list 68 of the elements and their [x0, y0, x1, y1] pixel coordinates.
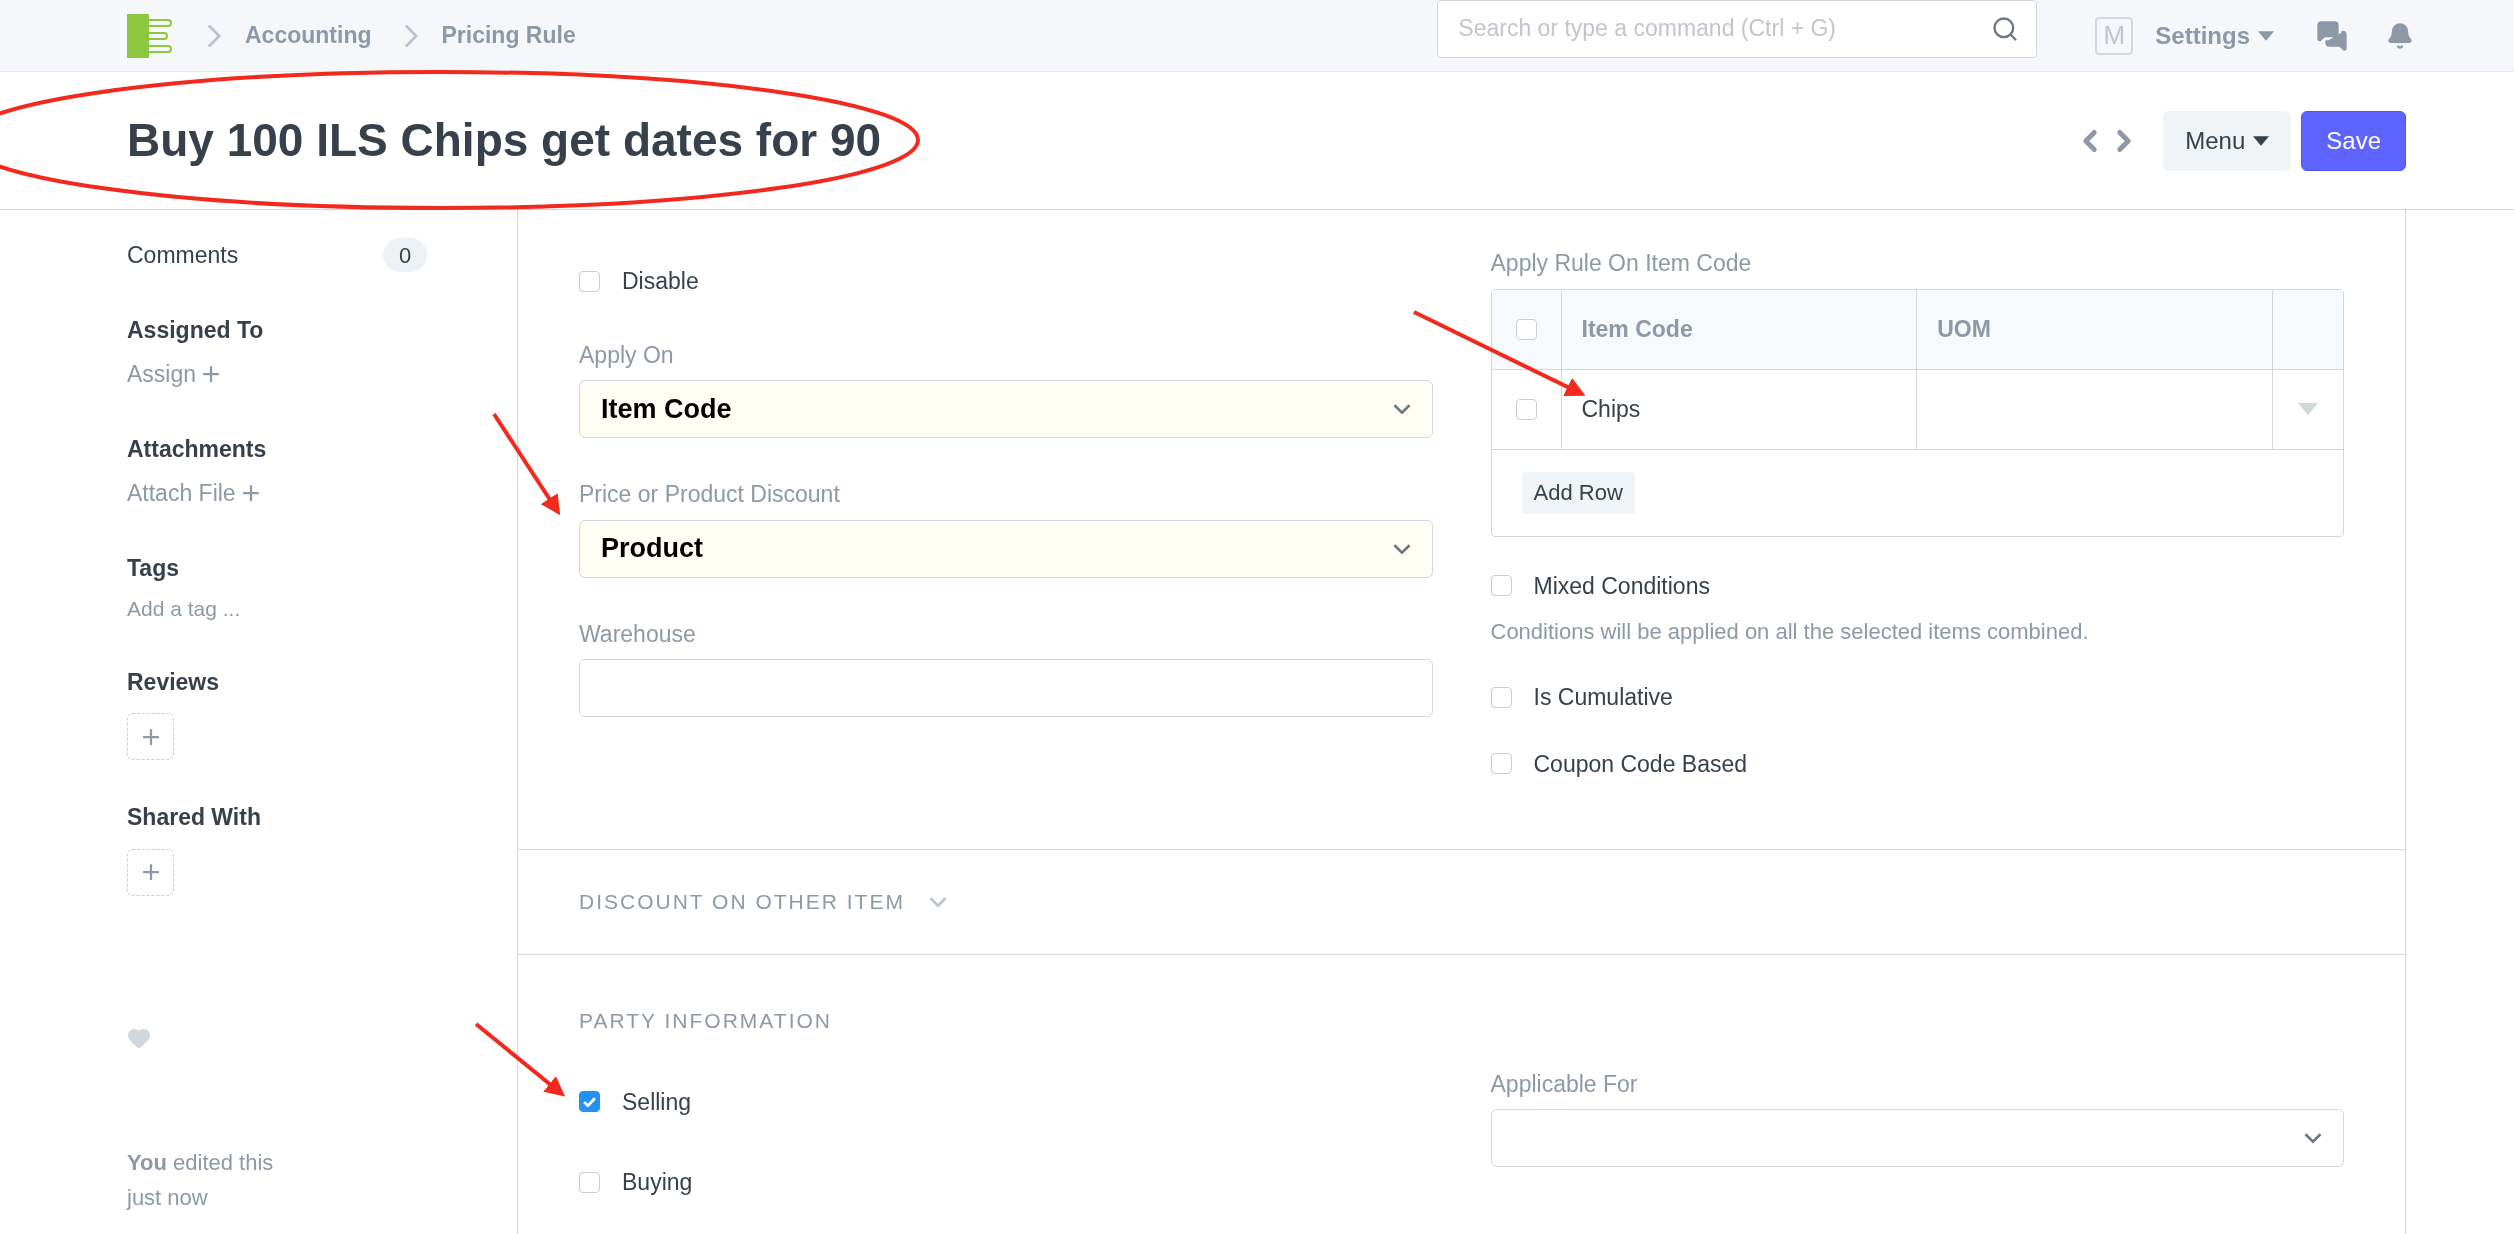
- checkbox-label: Buying: [622, 1168, 693, 1197]
- chevron-down-icon: [1392, 543, 1411, 554]
- checkbox[interactable]: [579, 270, 600, 292]
- field-label: Apply Rule On Item Code: [1490, 249, 1753, 278]
- select-field[interactable]: Product: [579, 519, 1433, 578]
- sidebar-link[interactable]: Attach File: [127, 476, 260, 511]
- activity-text: You edited this just now: [127, 1148, 275, 1212]
- search-field[interactable]: Search or type a command (Ctrl + G): [1437, 0, 2038, 58]
- sidebar-heading: Attachments: [127, 434, 268, 464]
- field-label: Warehouse: [579, 619, 697, 649]
- checkbox[interactable]: [1490, 575, 1512, 597]
- app-logo[interactable]: [127, 13, 175, 58]
- checkbox-label: Selling: [622, 1087, 692, 1117]
- checkbox[interactable]: [1490, 686, 1512, 708]
- caret-icon: [2253, 135, 2270, 146]
- section-heading: PARTY INFORMATION: [579, 1008, 833, 1034]
- checkbox[interactable]: [1515, 318, 1537, 340]
- field-label: Apply On: [579, 340, 675, 370]
- menu-button[interactable]: Menu: [2163, 110, 2292, 171]
- add-row-button[interactable]: Add Row: [1521, 471, 1635, 514]
- settings-dropdown[interactable]: Settings: [2155, 17, 2274, 54]
- row-menu-caret-icon[interactable]: [2296, 403, 2320, 415]
- save-button[interactable]: Save: [2301, 110, 2406, 171]
- check-icon: [583, 1096, 596, 1107]
- chevron-right-icon: [403, 22, 418, 49]
- chevron-down-icon: [2304, 1133, 2322, 1143]
- sidebar-heading: Tags: [127, 553, 180, 583]
- sidebar-link[interactable]: Assign: [127, 357, 221, 392]
- checkbox[interactable]: [579, 1171, 600, 1193]
- input-field[interactable]: [579, 659, 1433, 717]
- plus-icon: [202, 365, 221, 384]
- chat-icon[interactable]: [2316, 19, 2348, 52]
- plus-icon: [141, 727, 160, 746]
- sidebar-link[interactable]: Comments: [127, 238, 239, 273]
- chevron-down-icon[interactable]: [928, 897, 947, 907]
- checkbox[interactable]: [1515, 398, 1537, 420]
- checkbox-label: Is Cumulative: [1533, 683, 1673, 712]
- notification-bell-icon[interactable]: [2386, 21, 2414, 50]
- field-label: Price or Product Discount: [579, 480, 841, 509]
- select-field[interactable]: Item Code: [579, 380, 1433, 438]
- checkbox-label: Mixed Conditions: [1533, 571, 1710, 601]
- chevron-down-icon: [1392, 404, 1411, 414]
- tag-input[interactable]: Add a tag ...: [127, 593, 427, 625]
- add-button[interactable]: [127, 848, 174, 896]
- breadcrumb-link[interactable]: Accounting: [245, 18, 372, 53]
- caret-icon: [2258, 30, 2274, 41]
- page-title: Buy 100 ILS Chips get dates for 90: [127, 113, 883, 168]
- checkbox-label: Disable: [622, 267, 699, 296]
- plus-icon: [141, 863, 160, 881]
- plus-icon: [241, 484, 260, 503]
- sidebar-heading: Reviews: [127, 667, 221, 697]
- sidebar-heading: Shared With: [127, 803, 262, 832]
- checkbox[interactable]: [1490, 753, 1512, 775]
- breadcrumb-link[interactable]: Pricing Rule: [441, 18, 576, 53]
- sidebar-heading: Assigned To: [127, 315, 265, 345]
- column-header: Item Code: [1561, 289, 1918, 369]
- field-description: Conditions will be applied on all the selected items combined.: [1490, 618, 2090, 646]
- search-icon: [1991, 14, 2020, 43]
- select-field[interactable]: [1490, 1109, 2344, 1167]
- table-cell[interactable]: Chips: [1561, 369, 1918, 449]
- add-button[interactable]: [127, 713, 174, 760]
- checkbox[interactable]: [579, 1091, 600, 1113]
- checkbox-label: Coupon Code Based: [1533, 749, 1748, 779]
- chevron-right-icon: [207, 22, 221, 49]
- field-label: Applicable For: [1490, 1069, 1639, 1099]
- section-heading[interactable]: DISCOUNT ON OTHER ITEM: [579, 886, 905, 918]
- column-header: UOM: [1917, 289, 2273, 369]
- comment-count-badge: 0: [383, 238, 427, 273]
